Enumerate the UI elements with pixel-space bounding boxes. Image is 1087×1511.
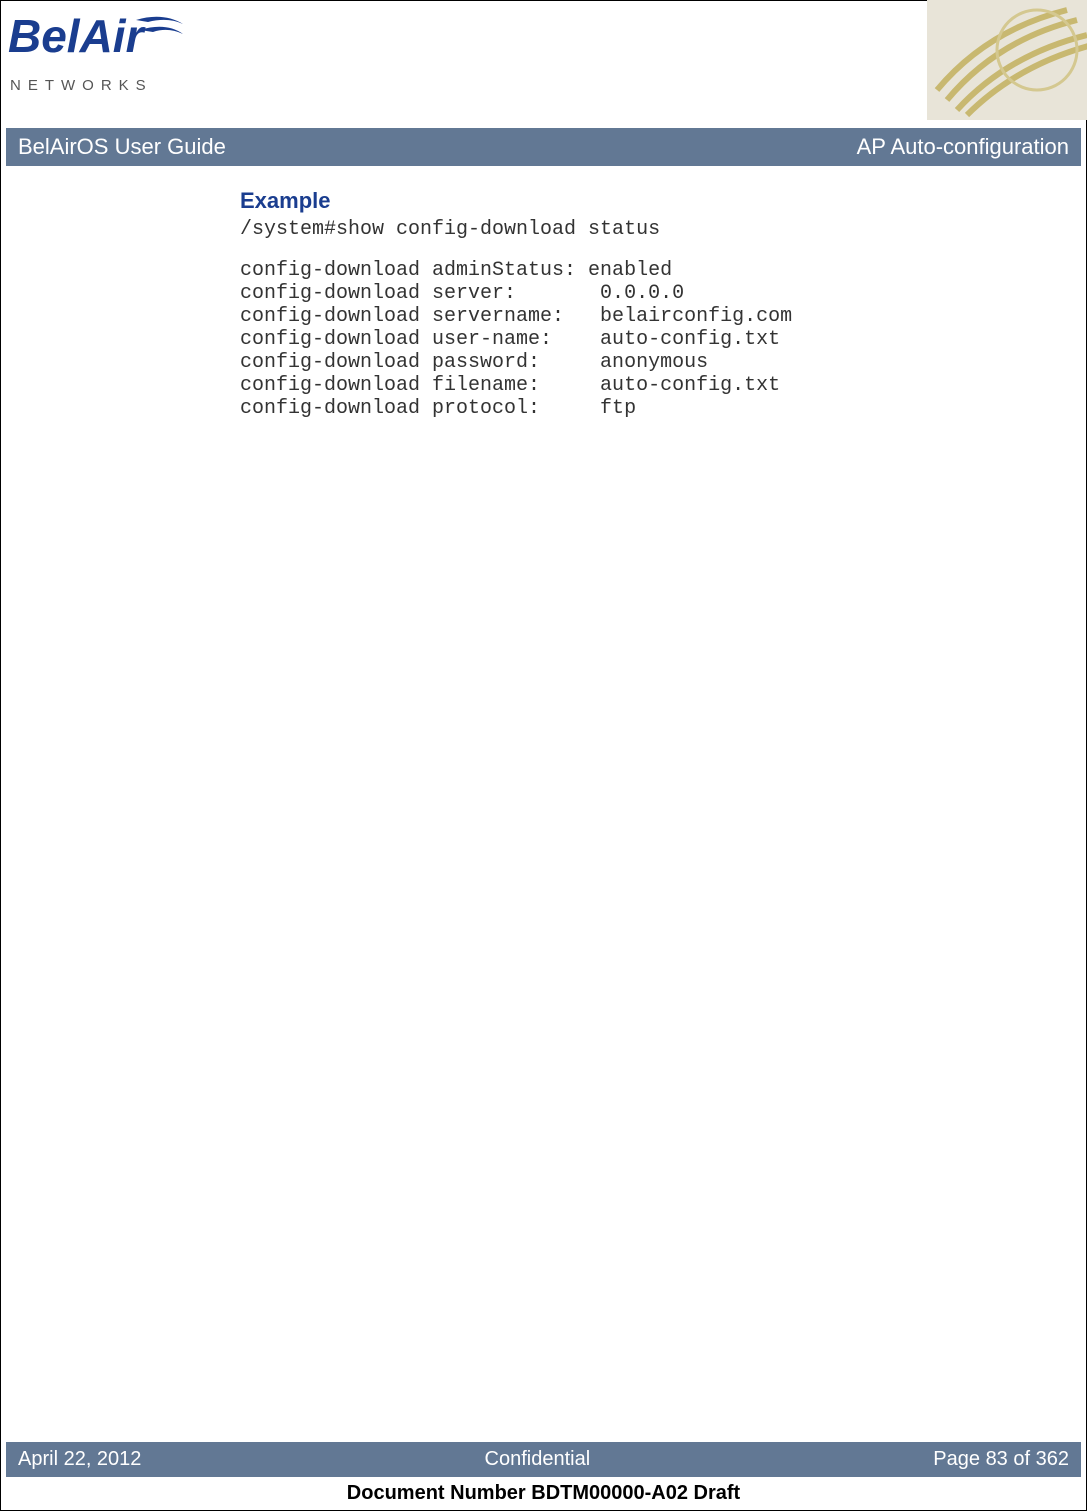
belair-logo-icon: BelAir NETWORKS (8, 12, 188, 102)
footer-page-number: Page 83 of 362 (933, 1448, 1069, 1471)
svg-text:NETWORKS: NETWORKS (10, 77, 153, 94)
page-border (0, 0, 1087, 1511)
document-number: Document Number BDTM00000-A02 Draft (0, 1482, 1087, 1505)
footer-date: April 22, 2012 (18, 1448, 141, 1471)
svg-text:BelAir: BelAir (8, 12, 146, 62)
logo: BelAir NETWORKS (8, 12, 188, 107)
footer-bar: April 22, 2012 Confidential Page 83 of 3… (6, 1442, 1081, 1477)
page-header: BelAir NETWORKS (0, 0, 1087, 128)
footer-confidential: Confidential (485, 1448, 591, 1471)
header-decoration-icon (927, 0, 1087, 120)
